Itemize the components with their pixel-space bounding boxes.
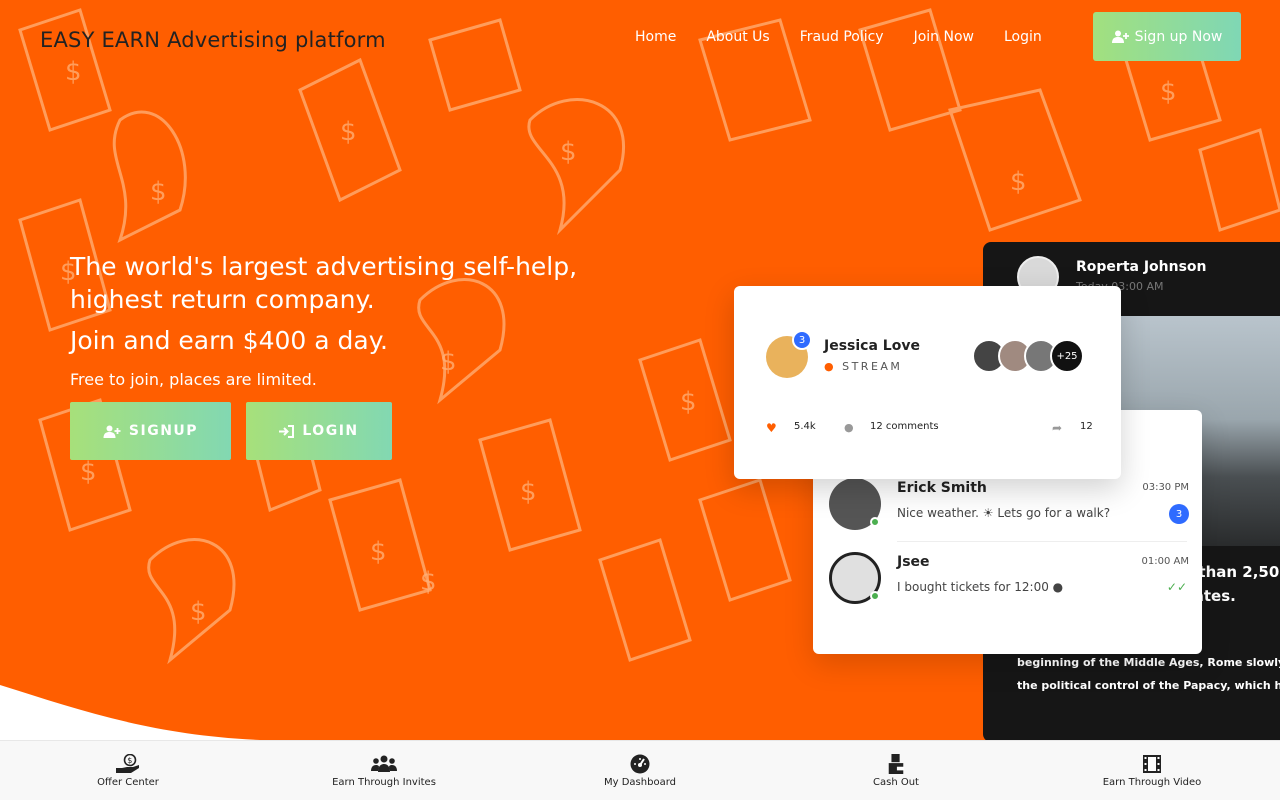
login-button[interactable]: LOGIN xyxy=(246,402,392,460)
svg-text:$: $ xyxy=(1160,77,1177,107)
bottom-nav-label: Cash Out xyxy=(873,776,919,788)
svg-text:$: $ xyxy=(150,177,167,207)
chat-message: I bought tickets for 12:00 ● xyxy=(897,580,1064,594)
user-plus-icon xyxy=(1111,30,1129,43)
nav-fraud-policy[interactable]: Fraud Policy xyxy=(785,28,899,46)
hero-note: Free to join, places are limited. xyxy=(70,370,317,389)
sign-up-now-label: Sign up Now xyxy=(1134,28,1223,45)
chat-message: Nice weather. ☀ Lets go for a walk? xyxy=(897,506,1111,520)
likes-count: 5.4k xyxy=(794,421,816,432)
signup-button[interactable]: SIGNUP xyxy=(70,402,231,460)
nav-about-us[interactable]: About Us xyxy=(691,28,784,46)
hero-headline: The world's largest advertising self-hel… xyxy=(70,252,578,314)
viewer-avatars: +25 xyxy=(972,339,1084,373)
notification-badge: 3 xyxy=(792,330,812,350)
bottom-nav-earn-through-video[interactable]: Earn Through Video xyxy=(1024,741,1280,800)
svg-text:$: $ xyxy=(680,387,697,417)
brand-title[interactable]: EASY EARN Advertising platform xyxy=(40,28,386,52)
svg-text:$: $ xyxy=(420,567,437,597)
sign-up-now-button[interactable]: Sign up Now xyxy=(1093,12,1241,61)
online-status-dot xyxy=(870,591,880,601)
svg-text:$: $ xyxy=(370,537,387,567)
sign-in-icon xyxy=(279,424,295,438)
bottom-nav-offer-center[interactable]: $ Offer Center xyxy=(0,741,256,800)
nav-login[interactable]: Login xyxy=(989,28,1057,46)
gauge-icon xyxy=(630,754,650,773)
stream-label: ● STREAM xyxy=(824,360,903,373)
divider xyxy=(897,541,1187,542)
svg-text:$: $ xyxy=(440,347,457,377)
bottom-nav-label: Offer Center xyxy=(97,776,159,788)
svg-text:$: $ xyxy=(127,756,132,765)
hand-dollar-icon: $ xyxy=(116,753,139,773)
svg-text:$: $ xyxy=(80,457,97,487)
unread-badge: 3 xyxy=(1169,504,1189,524)
stream-user-name: Jessica Love xyxy=(824,338,920,354)
comments-count: 12 comments xyxy=(870,421,939,432)
svg-text:$: $ xyxy=(520,477,537,507)
hero-subhead: Join and earn $400 a day. xyxy=(70,326,388,355)
bottom-nav-my-dashboard[interactable]: My Dashboard xyxy=(512,741,768,800)
nav-home[interactable]: Home xyxy=(620,28,691,46)
login-label: LOGIN xyxy=(302,423,359,439)
bottom-nav-label: My Dashboard xyxy=(604,776,676,788)
chat-item: Erick Smith Nice weather. ☀ Lets go for … xyxy=(829,478,1189,534)
user-plus-icon xyxy=(103,425,121,438)
signup-label: SIGNUP xyxy=(128,423,199,439)
live-dot-icon: ● xyxy=(824,360,837,373)
chat-name: Jsee xyxy=(897,554,930,570)
share-icon: ➦ xyxy=(1052,421,1063,435)
main-nav: Home About Us Fraud Policy Join Now Logi… xyxy=(620,28,1057,46)
more-viewers-count: +25 xyxy=(1050,339,1084,373)
online-status-dot xyxy=(870,517,880,527)
bottom-nav-earn-through-invites[interactable]: Earn Through Invites xyxy=(256,741,512,800)
svg-text:$: $ xyxy=(340,117,357,147)
bottom-nav-label: Earn Through Invites xyxy=(332,776,436,788)
bottom-nav-label: Earn Through Video xyxy=(1102,776,1202,788)
svg-text:$: $ xyxy=(560,137,577,167)
post-author-name: Roperta Johnson xyxy=(1076,259,1207,275)
bottom-nav-cash-out[interactable]: Cash Out xyxy=(768,741,1024,800)
read-check-icon: ✓✓ xyxy=(1166,580,1187,594)
chat-time: 03:30 PM xyxy=(1142,482,1189,493)
svg-text:$: $ xyxy=(1010,167,1027,197)
svg-text:$: $ xyxy=(65,57,82,87)
chat-item: Jsee I bought tickets for 12:00 ● 01:00 … xyxy=(829,552,1189,608)
chat-name: Erick Smith xyxy=(897,480,987,496)
users-icon xyxy=(371,755,397,772)
bottom-nav: $ Offer Center Earn Through Invites My D… xyxy=(0,740,1280,800)
film-icon xyxy=(1143,754,1161,773)
heart-icon: ♥ xyxy=(766,421,777,435)
nav-join-now[interactable]: Join Now xyxy=(899,28,989,46)
stream-card: 3 Jessica Love ● STREAM +25 ♥ 5.4k ● 12 c… xyxy=(734,286,1121,479)
svg-text:$: $ xyxy=(190,597,207,627)
shares-count: 12 xyxy=(1080,421,1093,432)
comment-icon: ● xyxy=(844,421,854,434)
wallet-icon xyxy=(888,753,905,774)
chat-time: 01:00 AM xyxy=(1141,556,1189,567)
